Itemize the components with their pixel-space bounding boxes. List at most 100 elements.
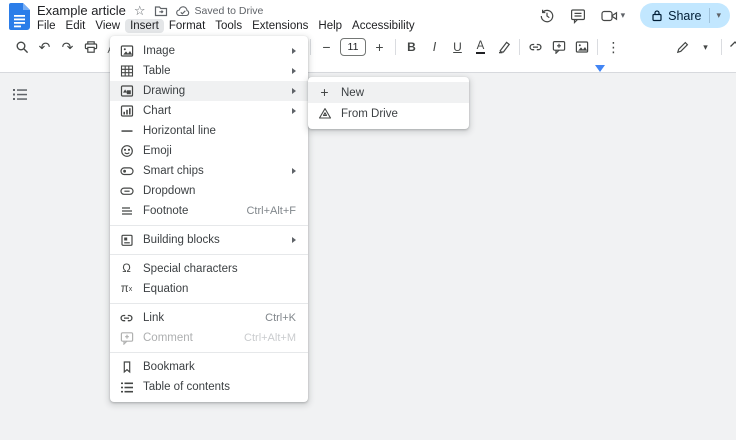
submenu-arrow-icon	[292, 168, 296, 174]
insert-menu: Image Table Drawing Chart Horizontal lin…	[110, 36, 308, 402]
menu-item-chart[interactable]: Chart	[110, 101, 308, 121]
submenu-arrow-icon	[292, 68, 296, 74]
menu-item-table-of-contents[interactable]: Table of contents	[110, 377, 308, 397]
submenu-item-new[interactable]: + New	[308, 82, 469, 103]
hide-menus-icon[interactable]	[729, 40, 736, 48]
submenu-arrow-icon	[292, 237, 296, 243]
submenu-arrow-icon	[292, 88, 296, 94]
editing-mode-dropdown-icon[interactable]: ▾	[694, 36, 717, 58]
lock-icon	[651, 9, 663, 22]
star-icon[interactable]: ☆	[134, 4, 146, 17]
app-header: Example article ☆ Saved to Drive File Ed…	[0, 0, 736, 32]
building-blocks-icon	[119, 233, 134, 247]
table-of-contents-icon	[119, 381, 134, 394]
menu-item-drawing[interactable]: Drawing	[110, 81, 308, 101]
google-docs-logo-icon[interactable]	[9, 3, 30, 30]
footnote-icon	[119, 204, 134, 218]
decrease-font-size-button[interactable]: −	[315, 36, 338, 58]
menu-item-link[interactable]: Link Ctrl+K	[110, 308, 308, 328]
cloud-saved-icon	[176, 5, 190, 17]
highlight-color-icon[interactable]	[492, 36, 515, 58]
drive-icon	[317, 107, 332, 120]
menu-item-horizontal-line[interactable]: Horizontal line	[110, 121, 308, 141]
drawing-submenu: + New From Drive	[308, 77, 469, 129]
smart-chips-icon	[119, 164, 134, 178]
add-comment-icon[interactable]	[547, 36, 570, 58]
share-button[interactable]: Share ▾	[640, 3, 730, 28]
document-outline-icon[interactable]	[13, 88, 27, 101]
share-divider	[709, 8, 710, 23]
menu-item-bookmark[interactable]: Bookmark	[110, 357, 308, 377]
share-dropdown-icon[interactable]: ▾	[716, 11, 721, 20]
menu-edit[interactable]: Edit	[61, 19, 91, 33]
editing-mode-pencil-icon[interactable]	[671, 36, 694, 58]
submenu-item-from-drive[interactable]: From Drive	[308, 103, 469, 124]
drawing-icon	[119, 84, 134, 98]
menu-item-smart-chips[interactable]: Smart chips	[110, 161, 308, 181]
table-icon	[119, 64, 134, 78]
menu-item-equation[interactable]: πx Equation	[110, 279, 308, 299]
chart-icon	[119, 104, 134, 118]
chevron-down-icon: ▾	[621, 11, 626, 20]
menu-item-emoji[interactable]: Emoji	[110, 141, 308, 161]
shortcut-label: Ctrl+Alt+M	[244, 332, 296, 344]
video-camera-icon	[601, 9, 618, 23]
font-size-input[interactable]	[340, 38, 366, 56]
menu-item-image[interactable]: Image	[110, 41, 308, 61]
insert-link-icon[interactable]	[524, 36, 547, 58]
dropdown-icon	[119, 184, 134, 198]
menu-item-dropdown[interactable]: Dropdown	[110, 181, 308, 201]
menu-divider	[110, 225, 308, 226]
italic-button[interactable]: I	[423, 36, 446, 58]
menu-divider	[110, 352, 308, 353]
share-button-label: Share	[668, 9, 701, 23]
toolbar-divider	[395, 39, 396, 55]
version-history-icon[interactable]	[539, 8, 555, 24]
toolbar-divider	[721, 39, 722, 55]
search-menus-icon[interactable]	[10, 36, 33, 58]
comments-icon[interactable]	[570, 8, 586, 24]
redo-icon[interactable]: ↷	[56, 36, 79, 58]
more-options-icon[interactable]: ⋮	[602, 36, 625, 58]
toolbar-divider	[597, 39, 598, 55]
text-color-button[interactable]: A	[469, 36, 492, 58]
underline-button[interactable]: U	[446, 36, 469, 58]
insert-image-icon[interactable]	[570, 36, 593, 58]
join-call-button[interactable]: ▾	[601, 9, 626, 23]
menu-item-table[interactable]: Table	[110, 61, 308, 81]
bold-button[interactable]: B	[400, 36, 423, 58]
menu-item-footnote[interactable]: Footnote Ctrl+Alt+F	[110, 201, 308, 221]
equation-icon: πx	[119, 284, 134, 295]
shortcut-label: Ctrl+Alt+F	[246, 205, 296, 217]
menu-tools[interactable]: Tools	[210, 19, 247, 33]
menu-help[interactable]: Help	[313, 19, 347, 33]
image-icon	[119, 44, 134, 58]
shortcut-label: Ctrl+K	[265, 312, 296, 324]
menu-insert[interactable]: Insert	[125, 19, 164, 33]
menu-item-building-blocks[interactable]: Building blocks	[110, 230, 308, 250]
menu-extensions[interactable]: Extensions	[247, 19, 313, 33]
menu-item-comment: Comment Ctrl+Alt+M	[110, 328, 308, 348]
menu-file[interactable]: File	[32, 19, 61, 33]
saved-status-label: Saved to Drive	[195, 5, 264, 17]
print-icon[interactable]	[79, 36, 102, 58]
menu-format[interactable]: Format	[164, 19, 210, 33]
undo-icon[interactable]: ↶	[33, 36, 56, 58]
toolbar-divider	[519, 39, 520, 55]
menu-view[interactable]: View	[90, 19, 125, 33]
horizontal-line-icon	[119, 124, 134, 138]
document-status[interactable]: Saved to Drive	[176, 5, 264, 17]
menu-item-special-characters[interactable]: Ω Special characters	[110, 259, 308, 279]
add-comment-icon	[119, 331, 134, 345]
emoji-icon	[119, 144, 134, 158]
document-title[interactable]: Example article	[37, 3, 126, 18]
plus-icon: +	[317, 87, 332, 98]
menu-divider	[110, 303, 308, 304]
right-indent-marker[interactable]	[595, 65, 605, 72]
special-characters-icon: Ω	[119, 264, 134, 275]
menu-accessibility[interactable]: Accessibility	[347, 19, 420, 33]
submenu-arrow-icon	[292, 108, 296, 114]
bookmark-icon	[119, 360, 134, 374]
move-to-folder-icon[interactable]	[154, 4, 168, 18]
increase-font-size-button[interactable]: +	[368, 36, 391, 58]
